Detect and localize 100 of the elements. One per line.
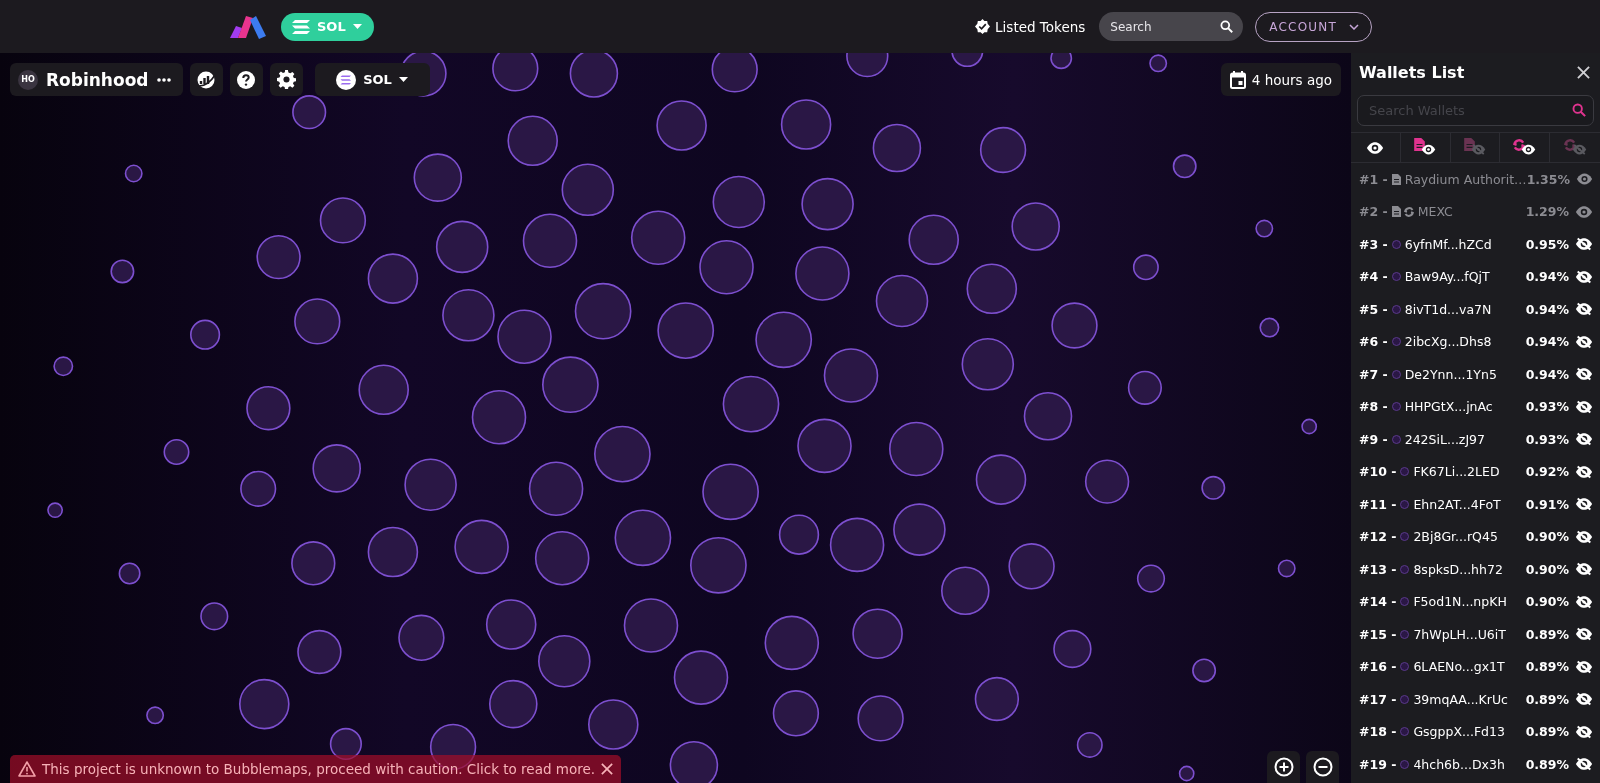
eye-slash-icon[interactable] [1575, 528, 1593, 545]
wallet-bubble[interactable] [699, 240, 754, 295]
wallet-bubble[interactable] [975, 454, 1027, 505]
eye-slash-icon[interactable] [1575, 723, 1593, 740]
wallet-bubble[interactable] [1192, 658, 1217, 683]
wallet-bubble[interactable] [630, 210, 686, 266]
wallet-bubble[interactable] [294, 298, 341, 345]
wallet-bubble[interactable] [569, 53, 619, 98]
eye-slash-icon[interactable] [1575, 756, 1593, 773]
wallet-bubble[interactable] [623, 598, 679, 653]
wallet-bubble[interactable] [528, 461, 584, 517]
wallet-bubble[interactable] [1127, 370, 1162, 405]
wallet-bubble[interactable] [398, 614, 445, 661]
wallet-bubble[interactable] [1259, 317, 1280, 338]
wallet-bubble[interactable] [485, 599, 537, 650]
eye-slash-icon[interactable] [1575, 333, 1593, 350]
wallet-bubble[interactable] [852, 608, 903, 659]
wallet-bubble[interactable] [795, 246, 850, 301]
wallet-bubble[interactable] [497, 309, 552, 364]
close-icon[interactable] [601, 763, 614, 775]
wallet-bubble[interactable] [875, 274, 929, 328]
eye-slash-icon[interactable] [1575, 431, 1593, 448]
wallet-bubble[interactable] [1172, 154, 1197, 179]
wallet-bubble[interactable] [53, 356, 74, 377]
logo-icon[interactable] [228, 13, 268, 40]
wallet-bubble[interactable] [534, 530, 590, 586]
close-button[interactable] [1577, 65, 1590, 79]
wallet-bubble[interactable] [124, 164, 143, 183]
zoom-out-button[interactable] [1306, 751, 1339, 783]
settings-button[interactable] [269, 63, 303, 96]
wallet-bubble[interactable] [702, 463, 759, 521]
wallet-bubble[interactable] [669, 741, 719, 783]
wallet-bubble[interactable] [522, 213, 578, 269]
wallet-bubble[interactable] [1023, 392, 1073, 441]
wallet-bubble[interactable] [542, 356, 599, 414]
wallet-bubble[interactable] [292, 95, 327, 130]
wallet-bubble[interactable] [829, 517, 885, 573]
wallet-bubble[interactable] [772, 690, 820, 737]
wallet-bubble[interactable] [893, 503, 946, 556]
wallet-bubble[interactable] [454, 519, 509, 575]
wallet-bubble[interactable] [755, 311, 813, 369]
eye-slash-icon[interactable] [1575, 691, 1593, 708]
wallet-bubble[interactable] [1051, 302, 1098, 349]
wallet-bubble[interactable] [312, 444, 361, 493]
wallet-bubble[interactable] [657, 302, 715, 359]
eye-slash-icon[interactable] [1575, 236, 1593, 253]
wallet-bubble[interactable] [574, 282, 632, 340]
wallet-bubble[interactable] [1277, 559, 1296, 578]
wallet-bubble[interactable] [413, 153, 463, 202]
wallet-bubble[interactable] [118, 562, 141, 585]
more-icon[interactable] [156, 77, 171, 82]
search-icon[interactable] [1572, 103, 1586, 117]
wallet-bubble[interactable] [538, 634, 591, 688]
eye-slash-icon[interactable] [1575, 301, 1593, 318]
wallet-bubble[interactable] [974, 676, 1020, 722]
search-field[interactable]: Search [1099, 12, 1244, 41]
wallet-bubble[interactable] [764, 615, 820, 671]
wallet-bubble[interactable] [908, 214, 959, 266]
wallet-bubble[interactable] [146, 706, 165, 725]
wallet-bubble[interactable] [200, 602, 229, 631]
eye-slash-icon[interactable] [1575, 268, 1593, 285]
wallet-bubble[interactable] [961, 338, 1015, 391]
wallet-bubble[interactable] [435, 220, 489, 274]
wallet-bubble[interactable] [1076, 731, 1103, 758]
wallet-bubble[interactable] [1255, 219, 1274, 238]
wallet-bubble[interactable] [823, 348, 879, 403]
wallet-bubble[interactable] [163, 439, 190, 465]
eye-slash-icon[interactable] [1575, 398, 1593, 415]
wallet-bubble[interactable] [941, 566, 990, 616]
eye-slash-icon[interactable] [1575, 561, 1593, 578]
eye-slash-icon[interactable] [1575, 463, 1593, 480]
eye-slash-icon[interactable] [1575, 496, 1593, 513]
wallet-bubble[interactable] [673, 650, 729, 705]
wallet-bubble[interactable] [1301, 418, 1318, 435]
eye-slash-icon[interactable] [1575, 626, 1593, 643]
eye-icon[interactable] [1576, 171, 1593, 188]
warning-banner[interactable]: This project is unknown to Bubblemaps, proceed with caution. Click to read more. [10, 755, 622, 783]
chart-button[interactable] [189, 63, 223, 96]
wallet-bubble[interactable] [979, 126, 1027, 174]
wallet-bubble[interactable] [471, 390, 527, 445]
wallet-bubble[interactable] [778, 514, 820, 555]
wallet-bubble[interactable] [1011, 202, 1060, 251]
search-icon[interactable] [1220, 20, 1234, 33]
wallet-bubble[interactable] [239, 678, 290, 730]
wallet-bubble[interactable] [690, 536, 747, 594]
wallet-bubble[interactable] [846, 53, 889, 78]
wallet-bubble[interactable] [404, 458, 457, 511]
eye-slash-icon[interactable] [1575, 593, 1593, 610]
wallet-bubble[interactable] [442, 289, 495, 342]
eye-icon[interactable] [1575, 203, 1593, 220]
wallet-bubble[interactable] [240, 470, 277, 507]
wallet-bubble[interactable] [367, 526, 419, 578]
wallet-bubble[interactable] [246, 386, 291, 431]
wallet-bubble[interactable] [1149, 54, 1168, 73]
wallet-bubble[interactable] [358, 364, 409, 416]
network-dropdown[interactable]: SOL [314, 63, 430, 96]
wallet-bubble[interactable] [1178, 765, 1195, 782]
wallet-bubble[interactable] [889, 421, 944, 477]
wallet-bubble[interactable] [780, 99, 832, 150]
eye-slash-icon[interactable] [1575, 658, 1593, 675]
